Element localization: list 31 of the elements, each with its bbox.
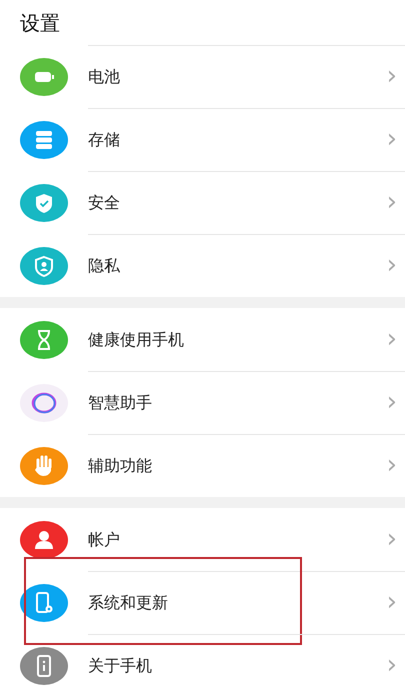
setting-label: 隐私 — [88, 256, 121, 276]
ring-icon — [20, 384, 68, 422]
chevron-icon: › — [386, 252, 397, 280]
chevron-icon: › — [386, 388, 397, 418]
chevron-icon: › — [386, 326, 397, 354]
setting-label: 安全 — [88, 192, 121, 214]
chevron-icon: › — [386, 62, 397, 92]
chevron-icon: › — [386, 526, 397, 554]
setting-label: 系统和更新 — [88, 592, 169, 614]
phone-gear-icon — [20, 584, 68, 622]
chevron-icon: › — [386, 126, 397, 154]
setting-label: 辅助功能 — [88, 456, 153, 476]
setting-label: 帐户 — [88, 530, 121, 550]
hand-icon — [20, 446, 68, 484]
storage-icon — [20, 120, 68, 158]
setting-label: 关于手机 — [88, 656, 153, 676]
setting-label: 智慧助手 — [88, 392, 153, 414]
setting-label: 健康使用手机 — [88, 330, 185, 350]
chevron-icon: › — [386, 188, 397, 218]
shield-person-icon — [20, 246, 68, 284]
shield-check-icon — [20, 184, 68, 222]
setting-label: 存储 — [88, 130, 121, 150]
battery-icon — [20, 58, 68, 96]
chevron-icon: › — [386, 452, 397, 480]
chevron-icon: › — [386, 652, 397, 680]
hourglass-icon — [20, 320, 68, 358]
page-title: 设置 — [19, 10, 61, 37]
person-icon — [20, 520, 68, 558]
phone-info-icon — [20, 646, 68, 684]
chevron-icon: › — [386, 588, 397, 618]
setting-label: 电池 — [88, 66, 121, 88]
